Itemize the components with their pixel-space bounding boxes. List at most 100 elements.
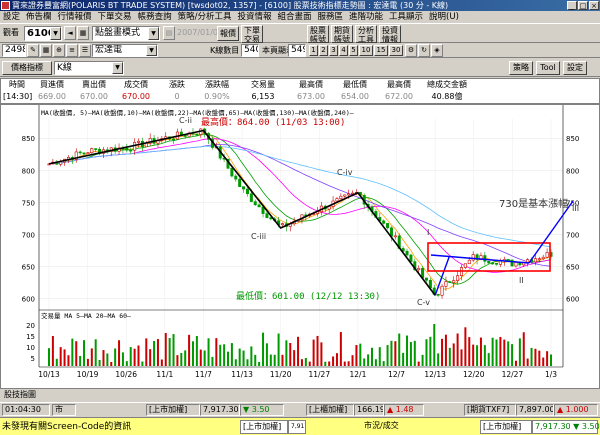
quote-button[interactable]: 報價 bbox=[217, 26, 239, 41]
page-button-10[interactable]: 10 bbox=[359, 45, 373, 56]
page-button-15[interactable]: 15 bbox=[374, 45, 388, 56]
stack-icon[interactable]: ≡ bbox=[66, 44, 78, 57]
chevron-down-icon[interactable]: ▼ bbox=[146, 45, 157, 56]
volume-bar bbox=[168, 338, 171, 366]
page-button-5[interactable]: 5 bbox=[349, 45, 358, 56]
close-button[interactable]: × bbox=[589, 1, 599, 10]
indicator-combo[interactable]: K線 ▼ bbox=[54, 61, 124, 75]
quote-header-high2: 最高價 bbox=[387, 80, 411, 89]
page-button-1[interactable]: 1 bbox=[309, 45, 318, 56]
candle-body bbox=[249, 193, 253, 202]
volume-bar bbox=[425, 339, 428, 366]
code-field[interactable]: 2498 bbox=[2, 44, 26, 57]
volume-bar bbox=[153, 340, 156, 366]
volume-tick-label: 5 bbox=[31, 355, 35, 363]
chart-panel[interactable]: 850 850 800 800 750 750 700 700 650 650 600 600 20 1… bbox=[0, 104, 600, 389]
stock-code-combo[interactable]: 6100 ▼ bbox=[24, 26, 62, 41]
maximize-button[interactable]: □ bbox=[578, 1, 588, 10]
stock-name-combo[interactable]: 宏達電 ▼ bbox=[92, 44, 158, 57]
stock-account-label-2: 帳號 bbox=[310, 35, 326, 43]
candle-body bbox=[280, 223, 284, 226]
zoom-icon[interactable]: ⊕ bbox=[53, 44, 65, 57]
print-icon[interactable]: ▤ bbox=[163, 26, 175, 40]
candle-body bbox=[253, 201, 257, 206]
volume-bar bbox=[479, 337, 482, 366]
list-icon[interactable]: ☰ bbox=[79, 44, 91, 57]
market-selector[interactable]: 市 bbox=[52, 404, 76, 416]
menu-tools[interactable]: 工具顯示 bbox=[386, 11, 426, 23]
page-button-2[interactable]: 2 bbox=[319, 45, 328, 56]
tool-button-label: Tool bbox=[540, 63, 556, 72]
investment-info-button[interactable]: 投資 情報 bbox=[379, 25, 401, 43]
tool-button[interactable]: Tool bbox=[536, 61, 560, 75]
candle-body bbox=[444, 281, 448, 287]
volume-bar bbox=[320, 342, 323, 366]
title-bar: 寶來證券豐富網(POLARIS BT TRADE SYSTEM) [twsdot… bbox=[0, 0, 600, 11]
chevron-down-icon[interactable]: ▼ bbox=[112, 62, 123, 74]
minimize-button[interactable]: _ bbox=[567, 1, 577, 10]
candle-body bbox=[230, 167, 234, 177]
price-indicator-button[interactable]: 價格指標 bbox=[2, 61, 52, 75]
stock-account-button[interactable]: 股票 帳號 bbox=[307, 25, 329, 43]
display-count-field[interactable]: 549 bbox=[288, 44, 306, 57]
menu-account[interactable]: 帳務查詢 bbox=[135, 11, 175, 23]
price-indicator-label: 價格指標 bbox=[11, 63, 43, 72]
quote-change: 0 bbox=[174, 92, 180, 101]
candle-body bbox=[129, 149, 133, 152]
volume-bar bbox=[164, 333, 167, 366]
volume-bar bbox=[110, 361, 113, 366]
mode-combo[interactable]: 點盤畫模式 ▼ bbox=[92, 26, 160, 41]
volume-bar bbox=[246, 359, 249, 366]
pin-icon[interactable]: ◈ bbox=[431, 44, 443, 57]
volume-bar bbox=[367, 354, 370, 366]
volume-bar bbox=[495, 339, 498, 366]
menu-order[interactable]: 下單交易 bbox=[95, 11, 135, 23]
quote-header-change-pct: 漲跌幅 bbox=[205, 80, 229, 89]
candle-body bbox=[498, 260, 502, 265]
grid-icon[interactable]: ▦ bbox=[40, 44, 52, 57]
menu-strategy[interactable]: 策略/分析工具 bbox=[175, 11, 235, 23]
menu-help[interactable]: 說明(U) bbox=[426, 11, 462, 23]
volume-bar bbox=[262, 332, 265, 366]
volume-bar bbox=[370, 347, 373, 366]
menu-settings[interactable]: 設定 bbox=[0, 11, 23, 23]
page-button-30[interactable]: 30 bbox=[389, 45, 403, 56]
menu-bulletin[interactable]: 佈告欄 bbox=[23, 11, 55, 23]
volume-bar bbox=[472, 344, 475, 366]
price-chart-svg[interactable]: 850 850800 800750 750700 700650 650600 600 201… bbox=[1, 105, 599, 388]
page-button-3[interactable]: 3 bbox=[329, 45, 338, 56]
volume-bar bbox=[79, 355, 82, 366]
page-button-4[interactable]: 4 bbox=[339, 45, 348, 56]
candle-body bbox=[471, 254, 475, 261]
candle-body bbox=[541, 256, 545, 259]
date-labels: 10/13 10/19 10/26 11/1 11/7 11/13 11/20 11/27 12… bbox=[38, 370, 557, 379]
volume-bar bbox=[184, 350, 187, 366]
volume-bar bbox=[398, 333, 401, 366]
k-count-field[interactable]: 540 bbox=[241, 44, 259, 57]
menu-info[interactable]: 投資情報 bbox=[234, 11, 274, 23]
edit-icon[interactable]: ✎ bbox=[27, 44, 39, 57]
settings-button[interactable]: 設定 bbox=[563, 61, 587, 75]
menu-service[interactable]: 服務區 bbox=[314, 11, 346, 23]
grid-icon[interactable]: ▦ bbox=[77, 26, 89, 40]
menu-quotes[interactable]: 行情報價 bbox=[55, 11, 95, 23]
futures-account-button[interactable]: 期貨 帳號 bbox=[331, 25, 353, 43]
volume-bar bbox=[452, 343, 455, 366]
refresh-icon[interactable]: ↻ bbox=[418, 44, 430, 57]
volume-bar bbox=[86, 358, 89, 366]
volume-bar bbox=[433, 324, 436, 366]
analysis-tool-button[interactable]: 分析 工具 bbox=[355, 25, 377, 43]
volume-bar bbox=[312, 339, 315, 366]
menu-advanced[interactable]: 進階功能 bbox=[346, 11, 386, 23]
ticker-box-value: 7,917.30 ▼ 3.50 bbox=[288, 420, 306, 434]
strategy-button[interactable]: 策略 bbox=[509, 61, 533, 75]
menu-layout[interactable]: 組合畫面 bbox=[274, 11, 314, 23]
order-button[interactable]: 下單 交易 bbox=[241, 25, 263, 43]
date-tick-label: 12/1 bbox=[350, 370, 367, 379]
back-icon[interactable]: ◄ bbox=[64, 26, 76, 40]
wave-label-c-ii: C-ii bbox=[179, 116, 192, 125]
chevron-down-icon[interactable]: ▼ bbox=[148, 27, 159, 40]
chevron-down-icon[interactable]: ▼ bbox=[50, 27, 61, 40]
wave-label-one: I bbox=[427, 228, 429, 237]
settings-icon[interactable]: ⚙ bbox=[405, 44, 417, 57]
